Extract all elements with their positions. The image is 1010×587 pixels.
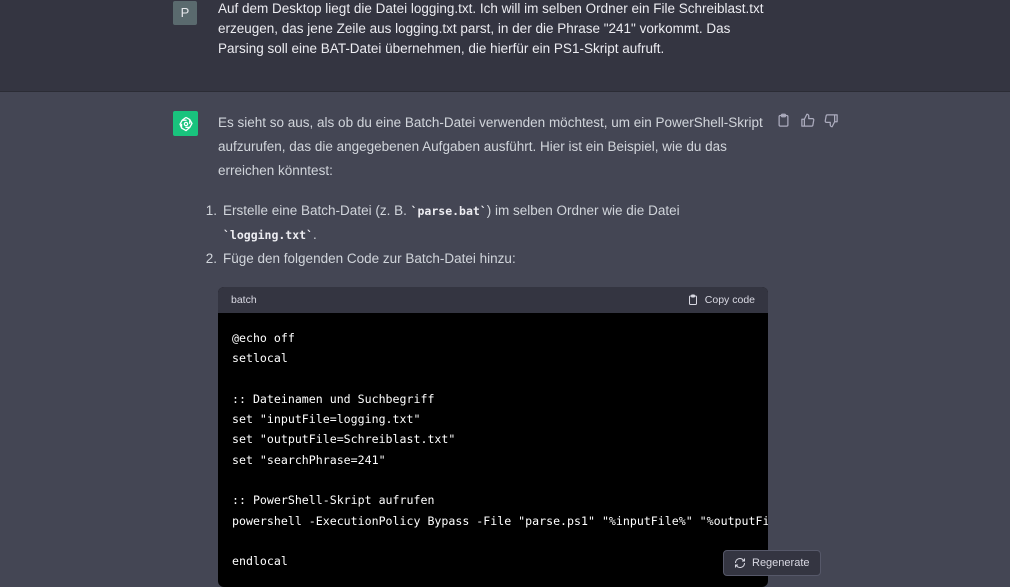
code-line: :: Dateinamen und Suchbegriff bbox=[232, 391, 435, 406]
inline-code: `parse.bat` bbox=[410, 204, 487, 218]
steps-list: 1. Erstelle eine Batch-Datei (z. B. `par… bbox=[203, 199, 763, 271]
user-message-text: Auf dem Desktop liegt die Datei logging.… bbox=[218, 1, 764, 56]
inline-code: `logging.txt` bbox=[223, 228, 314, 242]
code-line: set "inputFile=logging.txt" bbox=[232, 412, 421, 427]
list-number: 1. bbox=[205, 203, 217, 218]
list-item: 2. Füge den folgenden Code zur Batch-Dat… bbox=[203, 247, 763, 271]
thumbs-up-button[interactable] bbox=[800, 113, 815, 128]
openai-logo-icon bbox=[178, 116, 193, 131]
code-line: set "outputFile=Schreiblast.txt" bbox=[232, 432, 456, 447]
clipboard-icon bbox=[778, 113, 789, 127]
assistant-message-text: Es sieht so aus, als ob du eine Batch-Da… bbox=[218, 115, 763, 178]
regenerate-label: Regenerate bbox=[752, 557, 810, 569]
list-number: 2. bbox=[205, 251, 217, 266]
copy-message-button[interactable] bbox=[776, 113, 791, 128]
step-text: Erstelle eine Batch-Datei (z. B. bbox=[223, 203, 411, 218]
code-line: @echo off bbox=[232, 331, 295, 345]
code-line: setlocal bbox=[232, 351, 288, 366]
step-text: . bbox=[313, 227, 317, 242]
user-avatar: P bbox=[173, 1, 197, 25]
code-content: @echo offsetlocal:: Dateinamen und Suchb… bbox=[218, 313, 768, 572]
thumbs-down-icon bbox=[824, 114, 838, 128]
user-message-row: P Auf dem Desktop liegt die Datei loggin… bbox=[0, 0, 1010, 92]
step-text: ) im selben Ordner wie die Datei bbox=[486, 203, 680, 218]
refresh-icon bbox=[735, 558, 745, 568]
code-block: batch Copy code @echo offsetlocal:: Date… bbox=[218, 287, 768, 587]
code-language-label: batch bbox=[231, 294, 257, 306]
copy-code-button[interactable]: Copy code bbox=[687, 294, 755, 306]
thumbs-down-button[interactable] bbox=[824, 113, 839, 128]
clipboard-icon bbox=[688, 294, 697, 305]
regenerate-button[interactable]: Regenerate bbox=[723, 550, 821, 576]
message-actions bbox=[776, 113, 839, 128]
step-text: Füge den folgenden Code zur Batch-Datei … bbox=[223, 251, 516, 266]
code-line: endlocal bbox=[232, 554, 288, 569]
thumbs-up-icon bbox=[801, 113, 815, 127]
code-line: :: PowerShell-Skript aufrufen bbox=[232, 493, 435, 508]
copy-code-label: Copy code bbox=[704, 294, 755, 306]
list-item: 1. Erstelle eine Batch-Datei (z. B. `par… bbox=[203, 199, 763, 247]
assistant-avatar bbox=[173, 111, 198, 136]
code-block-header: batch Copy code bbox=[218, 287, 768, 313]
code-line: set "searchPhrase=241" bbox=[232, 452, 386, 467]
code-line: powershell -ExecutionPolicy Bypass -File… bbox=[232, 513, 768, 528]
